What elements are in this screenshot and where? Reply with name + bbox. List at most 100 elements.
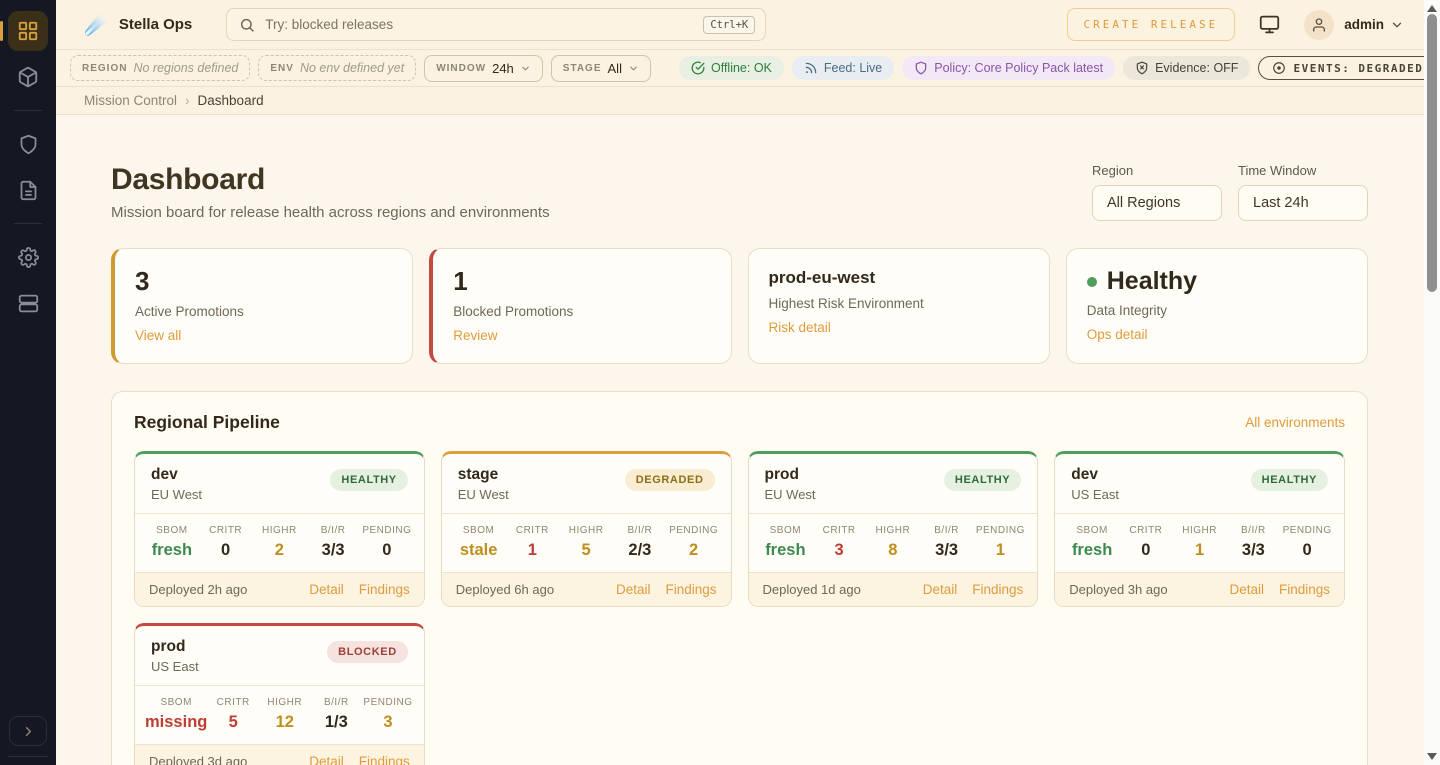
highest-risk-label: Highest Risk Environment [769,296,1029,311]
regional-pipeline-section: Regional Pipeline All environments dev E… [111,391,1368,765]
deployed-time: Deployed 1d ago [763,582,861,597]
grid-icon [17,20,39,42]
user-menu[interactable]: admin [1304,10,1404,40]
metric-label: B/I/R [311,697,363,708]
shield-off-icon [1135,61,1149,75]
detail-link[interactable]: Detail [616,582,651,597]
data-integrity-status: Healthy [1107,267,1197,296]
detail-link[interactable]: Detail [309,582,344,597]
create-release-button[interactable]: CREATE RELEASE [1067,8,1236,41]
healthy-dot-icon [1087,277,1097,287]
detail-link[interactable]: Detail [923,582,958,597]
metric-label: SBOM [1065,525,1119,536]
top-bar: ☄️ Stella Ops Ctrl+K CREATE RELEASE admi… [56,0,1424,50]
sidebar-divider [14,223,42,224]
active-promotions-card: 3 Active Promotions View all [111,248,413,364]
metric-bir: 1/3 [311,713,363,732]
risk-detail-link[interactable]: Risk detail [769,320,831,335]
findings-link[interactable]: Findings [359,754,410,765]
env-region: EU West [765,487,816,502]
evidence-status-badge: Evidence: OFF [1123,56,1250,80]
metric-highr: 2 [253,541,307,560]
region-filter-pill[interactable]: REGION No regions defined [70,55,250,81]
page-title: Dashboard [111,163,550,197]
env-region: US East [1071,487,1119,502]
detail-link[interactable]: Detail [309,754,344,765]
view-all-link[interactable]: View all [135,328,181,343]
active-promotions-count: 3 [135,267,392,297]
pipeline-grid: dev EU West HEALTHY SBOMfresh CRITR0 HIG… [134,451,1345,765]
review-link[interactable]: Review [453,328,497,343]
metric-highr: 8 [866,541,920,560]
region-select-label: Region [1092,163,1222,178]
policy-status-badge: Policy: Core Policy Pack latest [902,56,1115,80]
scrollbar[interactable] [1424,0,1440,765]
sidebar-item-security[interactable] [8,124,48,164]
blocked-promotions-label: Blocked Promotions [453,304,710,319]
scroll-up-arrow[interactable] [1427,5,1437,12]
findings-link[interactable]: Findings [665,582,716,597]
region-filter-value: No regions defined [133,61,238,75]
detail-link[interactable]: Detail [1229,582,1264,597]
metric-label: HIGHR [559,525,613,536]
feed-status-badge: Feed: Live [792,56,894,80]
status-badge: HEALTHY [330,469,407,491]
metric-critr: 1 [506,541,560,560]
region-select[interactable]: All Regions [1092,185,1222,221]
main-content: Dashboard Mission board for release heal… [56,115,1424,765]
env-name: dev [151,466,202,484]
events-status-pill[interactable]: EVENTS: DEGRADED [1258,56,1437,80]
status-badge: DEGRADED [625,469,715,491]
sidebar-expand-button[interactable] [9,716,47,746]
time-window-select[interactable]: Last 24h [1238,185,1368,221]
deployed-time: Deployed 3h ago [1069,582,1167,597]
scrollbar-thumb[interactable] [1427,14,1437,292]
metric-sbom: stale [452,541,506,560]
metric-label: HIGHR [253,525,307,536]
ops-detail-link[interactable]: Ops detail [1087,327,1148,342]
package-icon [17,66,39,88]
deployed-time: Deployed 2h ago [149,582,247,597]
rss-icon [804,61,818,75]
user-name: admin [1344,17,1384,32]
stage-filter-value: All [608,61,622,76]
findings-link[interactable]: Findings [1279,582,1330,597]
sidebar-item-dashboard[interactable] [8,11,48,51]
metric-highr: 1 [1173,541,1227,560]
metric-bir: 3/3 [1227,541,1281,560]
all-environments-link[interactable]: All environments [1245,415,1345,430]
sidebar-item-documents[interactable] [8,170,48,210]
scroll-down-arrow[interactable] [1427,753,1437,760]
monitor-icon[interactable] [1259,14,1280,35]
env-filter-label: ENV [270,63,294,74]
sidebar-item-infrastructure[interactable] [8,283,48,323]
metric-label: PENDING [974,525,1028,536]
window-filter-pill[interactable]: WINDOW 24h [424,55,543,82]
sidebar-item-settings[interactable] [8,237,48,277]
search-input[interactable] [265,17,703,32]
window-filter-value: 24h [492,61,514,76]
offline-status-label: Offline: OK [711,61,772,75]
app-logo: ☄️ [84,12,109,37]
status-badge: HEALTHY [1251,469,1328,491]
offline-status-badge: Offline: OK [679,56,784,80]
metric-label: PENDING [667,525,721,536]
metric-label: CRITR [199,525,253,536]
global-search[interactable]: Ctrl+K [226,8,766,41]
breadcrumb-parent[interactable]: Mission Control [84,93,177,108]
stage-filter-pill[interactable]: STAGE All [551,55,651,82]
env-name: dev [1071,466,1119,484]
findings-link[interactable]: Findings [972,582,1023,597]
metric-label: B/I/R [920,525,974,536]
summary-cards: 3 Active Promotions View all 1 Blocked P… [111,248,1368,364]
env-filter-pill[interactable]: ENV No env defined yet [258,55,416,81]
metric-label: HIGHR [259,697,311,708]
findings-link[interactable]: Findings [359,582,410,597]
pipeline-card: prod US East BLOCKED SBOMmissing CRITR5 … [134,623,425,765]
env-name: stage [458,466,509,484]
deployed-time: Deployed 3d ago [149,754,247,765]
metric-pending: 2 [667,541,721,560]
sidebar-item-releases[interactable] [8,57,48,97]
metric-label: SBOM [759,525,813,536]
metric-pending: 0 [1280,541,1334,560]
